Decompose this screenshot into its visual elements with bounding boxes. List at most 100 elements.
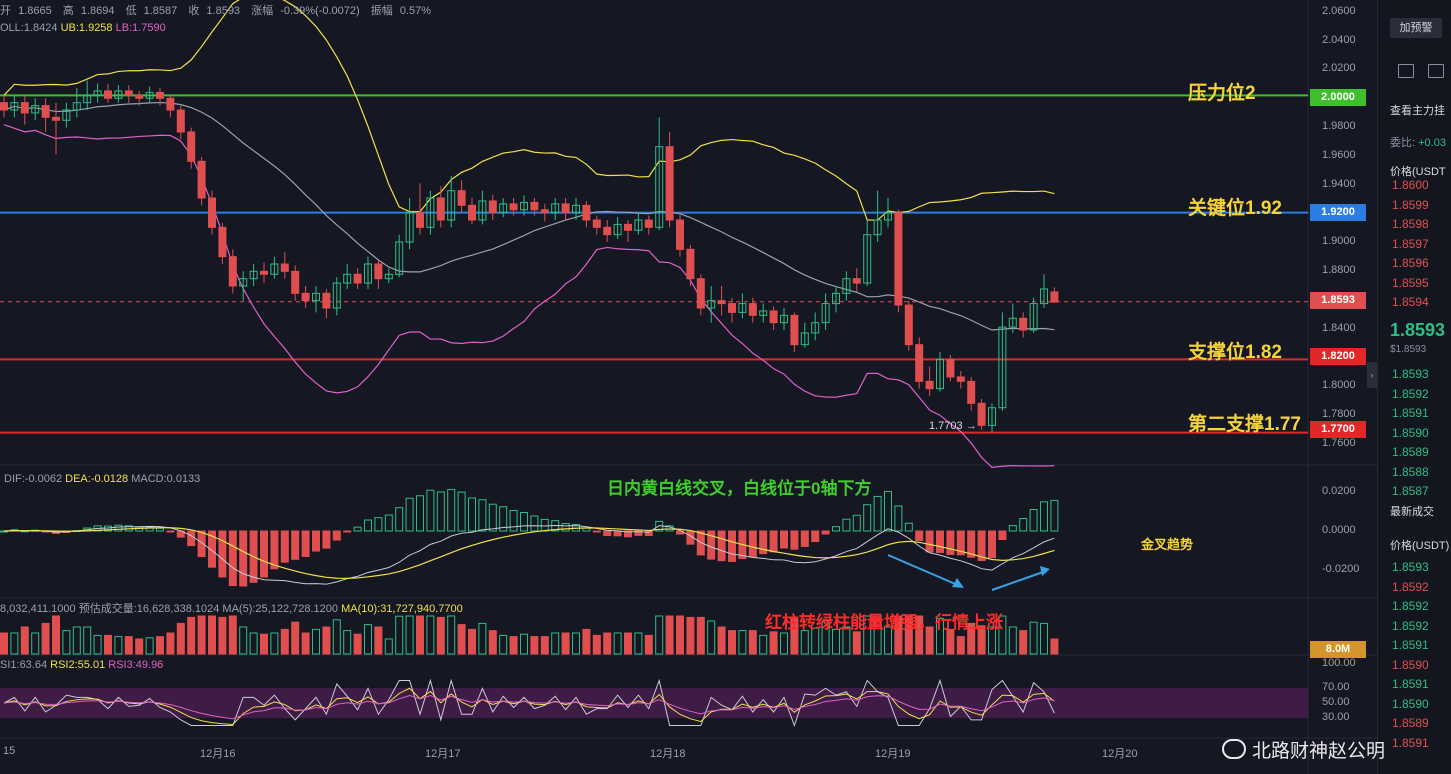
ohlc-header: 开 1.8665 高 1.8694 低 1.8587 收 1.8593 涨幅 -… [0,2,439,18]
volume-bar [457,624,466,655]
volume-bar [218,616,227,655]
volume-bar [395,615,404,655]
volume-bar [364,624,372,655]
y-tick-label: 1.8000 [1322,379,1356,391]
volume-bar [384,638,393,655]
bid-price-row[interactable]: 1.8587 [1392,484,1429,498]
macd-histogram-bar [800,530,809,547]
trade-row[interactable]: 1.8592 [1392,580,1429,594]
y-tick-label: 1.8800 [1322,264,1356,276]
trade-row[interactable]: 1.8593 [1392,560,1429,574]
candle-body [187,131,196,162]
volume-bar [468,628,476,655]
trade-row[interactable]: 1.8590 [1392,697,1429,711]
ask-price-row[interactable]: 1.8594 [1392,295,1429,309]
macd-histogram-bar [936,530,944,553]
y-tick-label: 1.7600 [1322,437,1356,449]
volume-bar [956,636,965,655]
macd-histogram-bar [520,512,528,532]
bid-price-row[interactable]: 1.8590 [1392,426,1429,440]
trade-row[interactable]: 1.8590 [1392,658,1429,672]
macd-histogram-bar [312,530,320,552]
volume-estimate: 预估成交量:16,628,338.1024 [78,603,220,615]
volume-bar [613,632,622,655]
trade-row[interactable]: 1.8591 [1392,677,1429,691]
macd-histogram-bar [832,526,840,532]
ask-price-row[interactable]: 1.8597 [1392,237,1429,251]
candle-body [925,380,934,390]
orderbook-view-icon[interactable] [1398,64,1414,78]
ask-price-row[interactable]: 1.8600 [1392,178,1429,192]
candle-body [124,90,133,96]
y-tick-label: 1.8400 [1322,322,1356,334]
volume-bar [624,632,632,655]
bid-price-row[interactable]: 1.8593 [1392,367,1429,381]
trade-row[interactable]: 1.8592 [1392,619,1429,633]
macd-tick-label: -0.0200 [1322,563,1360,575]
volume-bar [1040,622,1048,655]
candle-body [1019,317,1028,331]
trade-row[interactable]: 1.8589 [1392,716,1429,730]
volume-bar [280,628,289,655]
volume-bar [93,634,102,655]
boll-header: OLL:1.8424 UB:1.9258 LB:1.7590 [0,22,166,34]
volume-bar [52,615,60,655]
watermark: 北路财神赵公明 [1222,736,1385,763]
bid-price-row[interactable]: 1.8588 [1392,465,1429,479]
candle-body [624,223,632,231]
y-tick-label: 1.9000 [1322,235,1356,247]
trade-row[interactable]: 1.8591 [1392,736,1429,750]
macd-histogram-bar [447,488,456,532]
golden-cross-annotation: 金叉趋势 [1141,537,1194,552]
price-chart[interactable] [0,0,1377,774]
add-alert-button[interactable]: 加预警 [1390,18,1442,38]
macd-histogram-bar [478,499,487,532]
candle-body [104,90,112,99]
ratio-row: 委比: +0.03 [1390,137,1446,149]
rsi-header: SI1:63.64 RSI2:55.01 RSI3:49.96 [0,659,163,671]
trade-row[interactable]: 1.8591 [1392,638,1429,652]
candle-body [291,270,300,294]
macd-dif: DIF:-0.0062 [4,473,63,485]
ask-price-row[interactable]: 1.8595 [1392,276,1429,290]
volume-bar [696,616,705,655]
list-view-icon[interactable] [1428,64,1444,78]
macd-histogram-bar [197,530,206,558]
macd-histogram-bar [114,524,123,532]
bid-price-row[interactable]: 1.8591 [1392,406,1429,420]
volume-bar [104,634,112,655]
y-tick-label: 2.0400 [1322,34,1356,46]
macd-histogram-bar [280,530,289,563]
bid-price-row[interactable]: 1.8592 [1392,387,1429,401]
bid-price-row[interactable]: 1.8589 [1392,445,1429,459]
candle-body [280,263,289,272]
support-2-label: 第二支撑1.77 [1188,414,1301,435]
candle-body [41,105,50,118]
macd-histogram-bar [384,514,393,532]
ask-price-row[interactable]: 1.8596 [1392,256,1429,270]
volume-bar [946,628,955,655]
trades-price-header: 价格(USDT) [1390,540,1450,552]
main-force-link[interactable]: 查看主力挂 [1390,102,1445,118]
candle-body [915,344,924,382]
macd-histogram-bar [863,504,872,532]
ask-price-row[interactable]: 1.8598 [1392,217,1429,231]
macd-histogram-bar [270,530,279,570]
volume-header: 8,032,411.1000 预估成交量:16,628,338.1024 MA(… [0,600,463,616]
macd-histogram-bar [998,530,1007,540]
volume-bar [374,626,383,655]
volume-bar [322,626,331,655]
macd-histogram-bar [374,517,383,532]
volume-bar [260,633,268,655]
trade-row[interactable]: 1.8592 [1392,599,1429,613]
panel-collapse-toggle[interactable]: › [1367,362,1377,388]
volume-bar [249,632,258,655]
volume-bar [582,628,591,655]
ask-price-row[interactable]: 1.8599 [1392,198,1429,212]
macd-histogram-bar [769,530,778,553]
volume-bar [291,621,300,655]
candle-body [967,380,976,404]
candle-body [561,203,570,214]
candle-body [769,310,778,324]
volume-bar [540,636,549,655]
